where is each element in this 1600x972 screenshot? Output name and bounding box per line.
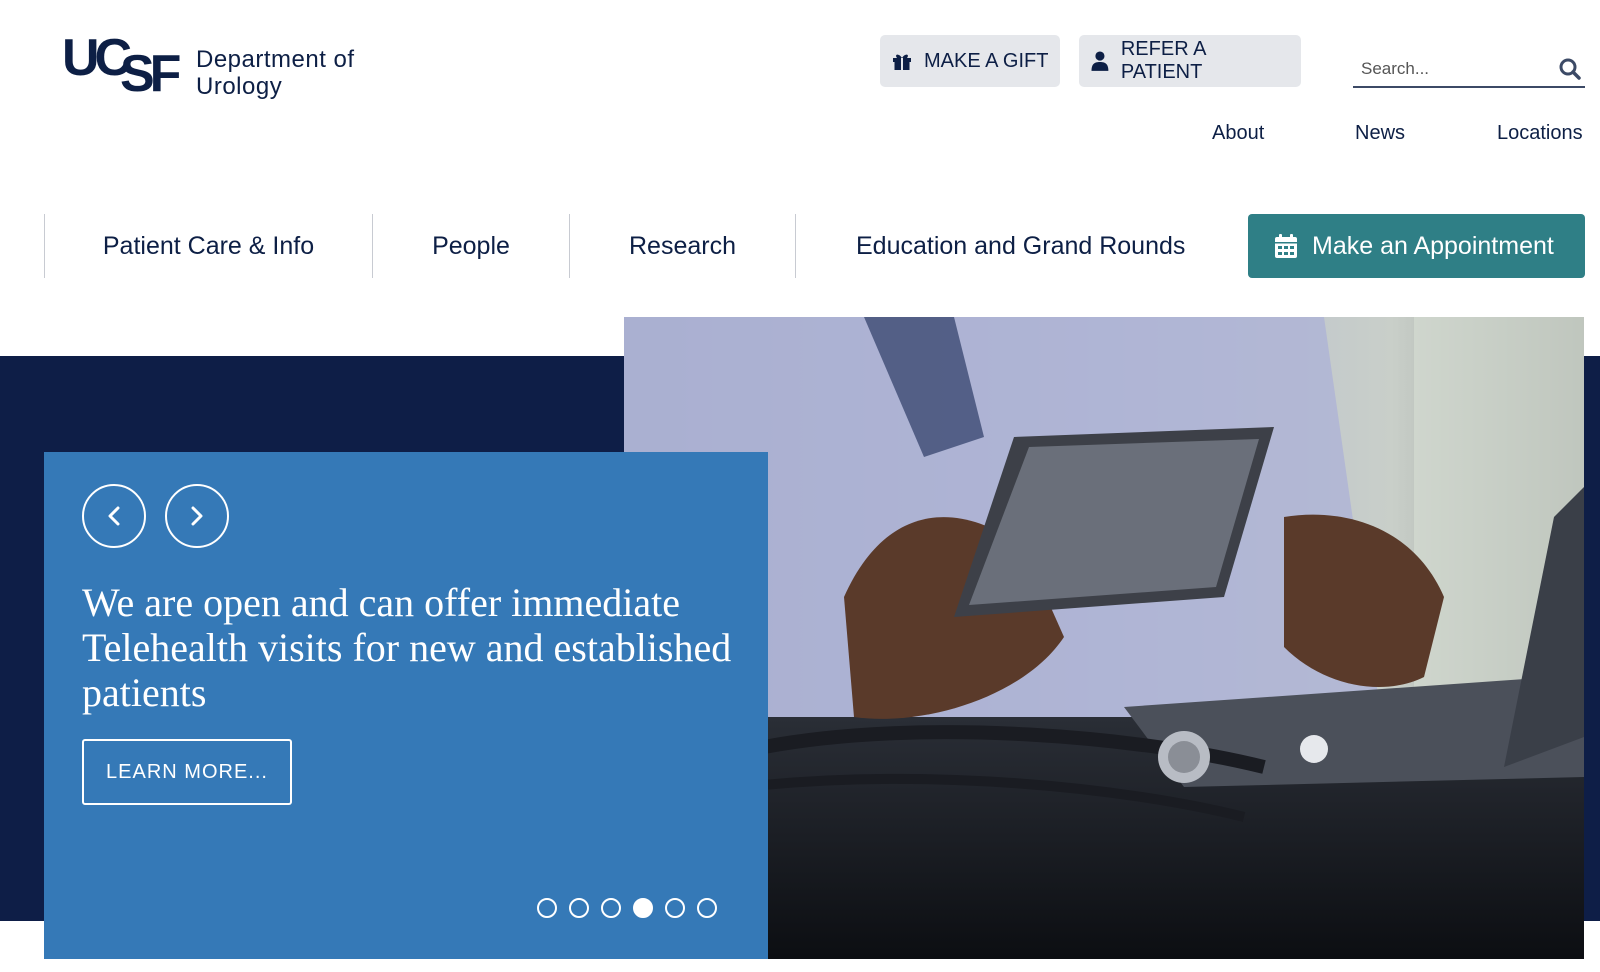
locations-link[interactable]: Locations [1497, 122, 1583, 145]
nav-item-education[interactable]: Education and Grand Rounds [795, 214, 1250, 278]
department-line-1: Department of [196, 46, 355, 73]
logo-mark-uc: UC [62, 29, 132, 87]
department-name: Department of Urology [196, 46, 355, 100]
person-icon [1091, 51, 1109, 71]
department-line-2: Urology [196, 73, 283, 100]
slide-dot-2[interactable] [569, 898, 589, 918]
nav-item-patient-care[interactable]: Patient Care & Info [44, 214, 372, 278]
search-icon[interactable] [1559, 58, 1581, 80]
slide-dot-6[interactable] [697, 898, 717, 918]
ucsf-logo-mark: UC SF [62, 29, 184, 100]
make-an-appointment-button[interactable]: Make an Appointment [1248, 214, 1585, 278]
nav-item-research[interactable]: Research [569, 214, 795, 278]
search-input[interactable] [1353, 59, 1543, 79]
slide-dot-5[interactable] [665, 898, 685, 918]
make-a-gift-label: MAKE A GIFT [924, 49, 1049, 72]
main-navigation: Patient Care & Info People Research Educ… [44, 214, 1250, 278]
gift-icon [893, 54, 911, 70]
slide-dot-4-active[interactable] [633, 898, 653, 918]
previous-slide-button[interactable] [82, 484, 146, 548]
slide-dot-3[interactable] [601, 898, 621, 918]
make-a-gift-button[interactable]: MAKE A GIFT [880, 35, 1060, 87]
hero-headline: We are open and can offer immediate Tele… [82, 580, 732, 715]
nav-item-people[interactable]: People [372, 214, 569, 278]
hero-photo-doctor-with-phone [624, 317, 1584, 959]
next-slide-button[interactable] [165, 484, 229, 548]
calendar-icon [1275, 234, 1297, 258]
chevron-left-icon [108, 506, 120, 526]
slide-indicators [537, 898, 729, 918]
slide-dot-1[interactable] [537, 898, 557, 918]
refer-a-patient-button[interactable]: REFER A PATIENT [1079, 35, 1301, 87]
about-link[interactable]: About [1212, 122, 1264, 145]
logo-mark-sf: SF [120, 45, 181, 103]
ucsf-urology-logo[interactable]: UC SF Department of Urology [62, 29, 355, 100]
hero-slide-card: We are open and can offer immediate Tele… [44, 452, 768, 959]
make-an-appointment-label: Make an Appointment [1312, 231, 1554, 260]
search-bar [1353, 52, 1585, 88]
learn-more-button[interactable]: LEARN MORE... [82, 739, 292, 805]
chevron-right-icon [191, 506, 203, 526]
news-link[interactable]: News [1355, 122, 1405, 145]
refer-a-patient-label: REFER A PATIENT [1120, 38, 1206, 83]
